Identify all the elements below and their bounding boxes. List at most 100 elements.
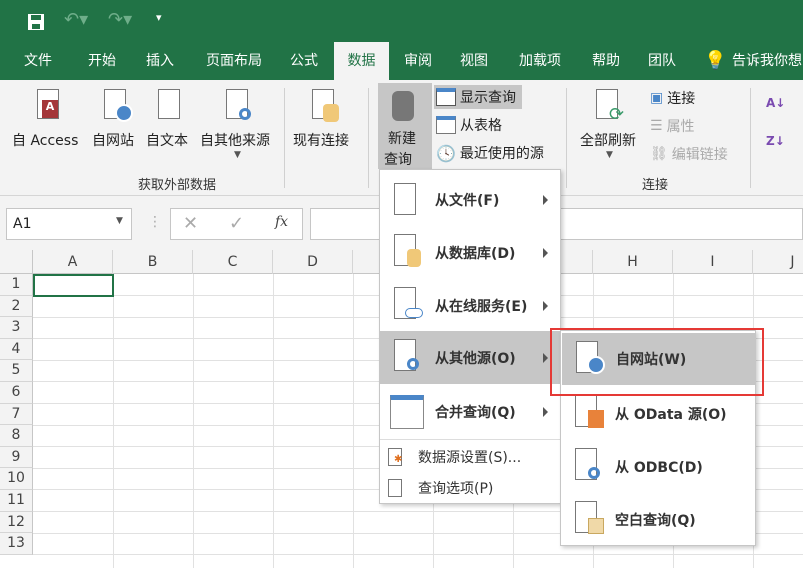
tab-review[interactable]: 审阅 [394, 42, 442, 80]
select-all-button[interactable] [0, 250, 33, 274]
from-text-button[interactable]: 自文本 [146, 130, 188, 150]
new-query-button[interactable]: 新建 查询 [378, 83, 432, 169]
tab-team[interactable]: 团队 [638, 42, 686, 80]
lightbulb-icon: 💡 [704, 50, 727, 71]
from-access-button[interactable]: 自 Access [12, 130, 78, 150]
cancel-icon[interactable]: ✕ [183, 213, 198, 234]
row-header-10[interactable]: 10 [0, 468, 33, 490]
new-query-label: 新建 [388, 131, 416, 147]
column-header-A[interactable]: A [33, 250, 113, 274]
tab-home[interactable]: 开始 [78, 42, 126, 80]
menu-item-query-options[interactable]: 查询选项(P) [380, 473, 560, 503]
tab-data[interactable]: 数据 [334, 42, 389, 80]
properties-button[interactable]: ☰ 属性 [650, 116, 695, 136]
chevron-down-icon[interactable]: ▼ [116, 216, 123, 226]
divider [284, 88, 285, 188]
row-header-4[interactable]: 4 [0, 338, 33, 361]
database-file-icon [394, 234, 421, 267]
insert-function-button[interactable]: fx [275, 214, 288, 230]
from-web-button[interactable]: 自网站 [92, 130, 134, 150]
menu-item-from-database[interactable]: 从数据库(D) [380, 226, 560, 279]
cloud-file-icon [394, 287, 423, 319]
submenu-arrow-icon [543, 300, 548, 311]
text-icon [158, 89, 180, 119]
sort-asc-icon[interactable]: A↓ [766, 96, 785, 110]
row-header-8[interactable]: 8 [0, 425, 33, 447]
undo-icon[interactable]: ↶▾ [64, 9, 88, 30]
sort-desc-icon[interactable]: Z↓ [766, 134, 785, 148]
submenu-item-from-odbc[interactable]: 从 ODBC(D) [561, 440, 755, 493]
row-header-11[interactable]: 11 [0, 490, 33, 512]
row-header-1[interactable]: 1 [0, 274, 33, 296]
check-icon[interactable]: ✓ [229, 213, 244, 234]
show-queries-label: 显示查询 [460, 90, 516, 106]
show-queries-button[interactable]: 显示查询 [434, 85, 522, 109]
column-header-I[interactable]: I [673, 250, 753, 274]
column-header-C[interactable]: C [193, 250, 273, 274]
row-header-13[interactable]: 13 [0, 533, 33, 555]
name-box[interactable]: A1 [6, 208, 132, 240]
menu-item-label: 从文件(F) [435, 192, 500, 209]
menu-item-label: 合并查询(Q) [435, 404, 516, 421]
divider [368, 88, 369, 188]
menu-item-label: 从其他源(O) [435, 350, 516, 367]
connections-label: 连接 [667, 91, 696, 107]
existing-connections-button[interactable]: 现有连接 [293, 130, 349, 150]
properties-label: 属性 [666, 119, 695, 135]
customize-icon[interactable]: ▾ [156, 11, 162, 24]
grid-line [273, 274, 274, 568]
column-header-D[interactable]: D [273, 250, 353, 274]
web-icon [104, 89, 133, 122]
tab-addins[interactable]: 加载项 [508, 42, 572, 80]
formula-buttons: ✕ ✓ fx [170, 208, 303, 240]
row-header-5[interactable]: 5 [0, 360, 33, 382]
from-table-button[interactable]: 从表格 [436, 115, 502, 135]
tab-file[interactable]: 文件 [10, 42, 66, 80]
new-query-menu: 从文件(F) 从数据库(D) 从在线服务(E) 从其他源(O) 合并查询(Q) … [379, 169, 561, 504]
recent-sources-button[interactable]: 🕓 最近使用的源 [436, 143, 544, 163]
submenu-arrow-icon [543, 194, 548, 205]
tab-insert[interactable]: 插入 [136, 42, 184, 80]
menu-item-label: 查询选项(P) [418, 481, 494, 497]
menu-item-label: 从数据库(D) [435, 245, 516, 262]
tab-formulas[interactable]: 公式 [280, 42, 328, 80]
tab-help[interactable]: 帮助 [582, 42, 630, 80]
tab-page-layout[interactable]: 页面布局 [196, 42, 272, 80]
column-header-B[interactable]: B [113, 250, 193, 274]
edit-links-button[interactable]: ⛓ 编辑链接 [650, 144, 728, 164]
from-other-sources-button[interactable]: 自其他来源 [200, 130, 270, 150]
active-cell[interactable] [33, 274, 114, 297]
row-header-9[interactable]: 9 [0, 446, 33, 469]
row-header-3[interactable]: 3 [0, 317, 33, 339]
connections-button[interactable]: ▣ 连接 [650, 88, 695, 108]
chevron-down-icon: ▼ [606, 150, 613, 160]
save-icon[interactable] [27, 13, 45, 31]
menu-item-label: 从在线服务(E) [435, 298, 528, 315]
tab-view[interactable]: 视图 [450, 42, 498, 80]
row-header-7[interactable]: 7 [0, 403, 33, 426]
group-label-connections: 连接 [642, 178, 669, 193]
column-header-H[interactable]: H [593, 250, 673, 274]
redo-icon[interactable]: ↷▾ [108, 9, 132, 30]
refresh-all-button[interactable]: 全部刷新 [580, 130, 636, 150]
submenu-item-blank-query[interactable]: 空白查询(Q) [561, 493, 755, 546]
menu-item-combine-queries[interactable]: 合并查询(Q) [380, 385, 560, 438]
menu-item-from-file[interactable]: 从文件(F) [380, 173, 560, 226]
divider [750, 88, 751, 188]
access-icon: A [37, 89, 59, 119]
menu-item-label: 数据源设置(S)... [418, 450, 522, 466]
menu-item-data-source-settings[interactable]: ✱ 数据源设置(S)... [380, 442, 560, 472]
grid-line [353, 274, 354, 568]
row-header-12[interactable]: 12 [0, 511, 33, 534]
recent-sources-label: 最近使用的源 [459, 146, 544, 162]
column-header-J[interactable]: J [753, 250, 803, 274]
tell-me-search[interactable]: 告诉我你想 [732, 42, 803, 80]
grid-icon [436, 116, 456, 134]
options-doc-icon [388, 479, 402, 497]
menu-item-from-other-sources[interactable]: 从其他源(O) [380, 331, 560, 384]
row-header-6[interactable]: 6 [0, 382, 33, 404]
settings-doc-icon: ✱ [388, 448, 402, 466]
grid-line [113, 274, 114, 568]
menu-item-from-online-services[interactable]: 从在线服务(E) [380, 279, 560, 332]
row-header-2[interactable]: 2 [0, 295, 33, 318]
